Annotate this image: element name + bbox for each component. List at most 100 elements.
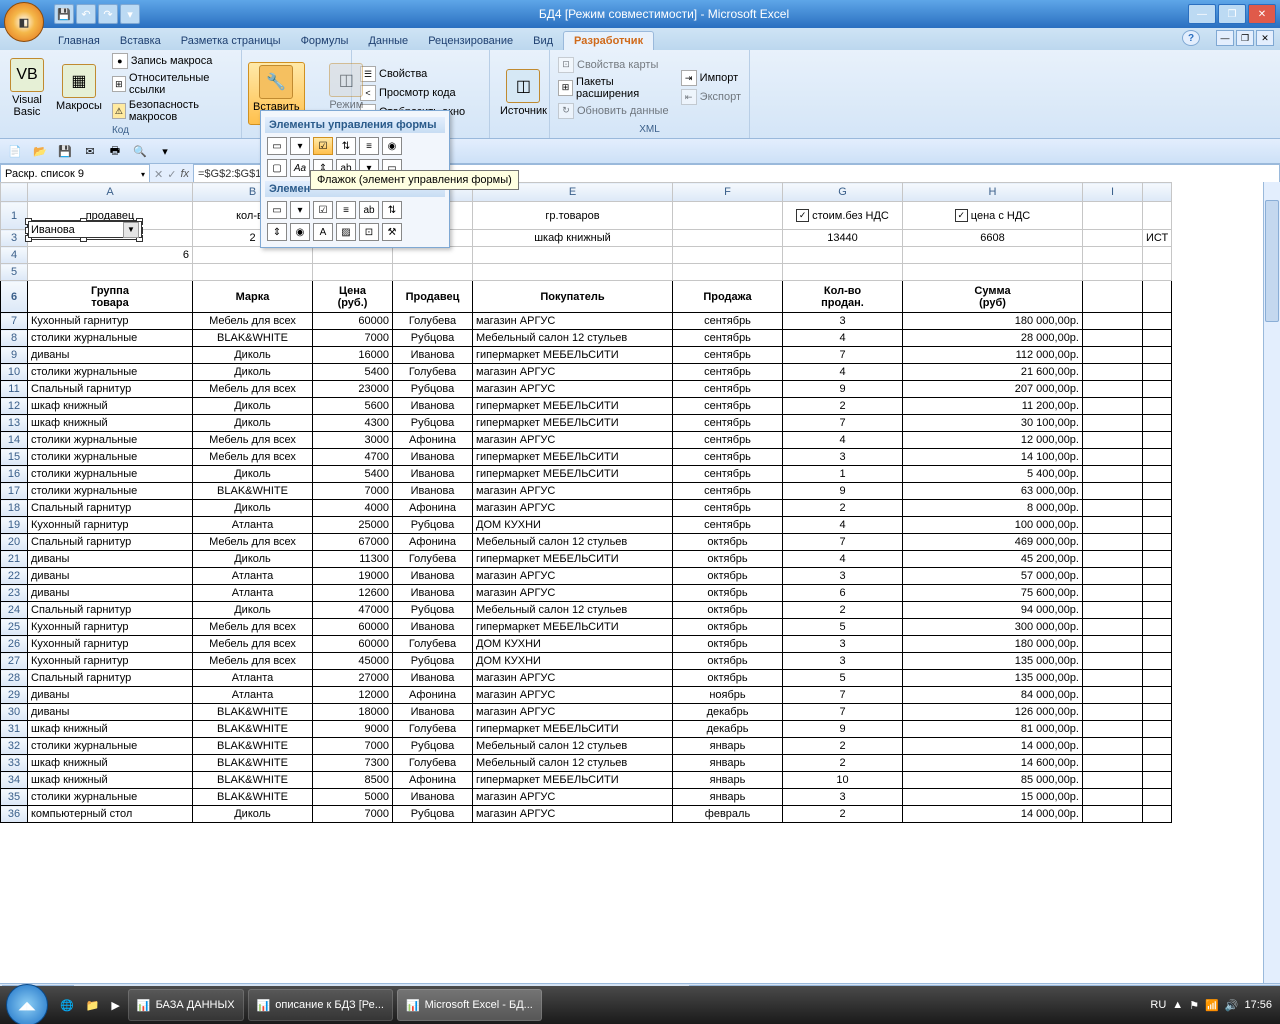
cell[interactable]: гипермаркет МЕБЕЛЬСИТИ	[473, 772, 673, 789]
cell[interactable]: гипермаркет МЕБЕЛЬСИТИ	[473, 466, 673, 483]
cell[interactable]	[673, 247, 783, 264]
cell[interactable]	[193, 264, 313, 281]
cell[interactable]: 14 100,00р.	[903, 449, 1083, 466]
cell[interactable]: 23000	[313, 381, 393, 398]
cell[interactable]: октябрь	[673, 653, 783, 670]
cell[interactable]: столики журнальные	[28, 483, 193, 500]
qat-more-icon[interactable]: ▾	[120, 4, 140, 24]
checkbox-control-icon[interactable]: ☑	[313, 137, 333, 155]
ribbon-tab-Формулы[interactable]: Формулы	[291, 32, 359, 50]
cell[interactable]: магазин АРГУС	[473, 500, 673, 517]
cell[interactable]: гипермаркет МЕБЕЛЬСИТИ	[473, 398, 673, 415]
cell[interactable]: 5	[783, 619, 903, 636]
cell[interactable]: Иванова	[393, 789, 473, 806]
cell[interactable]: 21 600,00р.	[903, 364, 1083, 381]
col-header[interactable]: H	[903, 183, 1083, 202]
cell[interactable]: шкаф книжный	[28, 398, 193, 415]
cell[interactable]: Иванова	[393, 466, 473, 483]
cell[interactable]: сентябрь	[673, 347, 783, 364]
worksheet-grid[interactable]: ABCDEFGHI1продавецкол-вогр.товаров✓стоим…	[0, 182, 1172, 823]
cell[interactable]	[1083, 202, 1143, 230]
cell[interactable]: шкаф книжный	[28, 772, 193, 789]
cell[interactable]: диваны	[28, 687, 193, 704]
cell[interactable]: Диколь	[193, 415, 313, 432]
cell[interactable]: 6608	[903, 230, 1083, 247]
col-header[interactable]: G	[783, 183, 903, 202]
ax-image-icon[interactable]: ▨	[336, 223, 356, 241]
cell[interactable]: Рубцова	[393, 738, 473, 755]
cell[interactable]: 4	[783, 330, 903, 347]
cell[interactable]	[903, 264, 1083, 281]
cell[interactable]: Афонина	[393, 432, 473, 449]
ribbon-tab-Разметка страницы[interactable]: Разметка страницы	[171, 32, 291, 50]
cell[interactable]: Атланта	[193, 517, 313, 534]
cell[interactable]: 7	[783, 415, 903, 432]
cell[interactable]: 6	[783, 585, 903, 602]
cell[interactable]: 25000	[313, 517, 393, 534]
tray-flag-icon[interactable]: ⚑	[1189, 999, 1199, 1012]
cell[interactable]: Рубцова	[393, 517, 473, 534]
cell[interactable]: Голубева	[393, 313, 473, 330]
cell[interactable]: 126 000,00р.	[903, 704, 1083, 721]
cell[interactable]: Кухонный гарнитур	[28, 653, 193, 670]
cell[interactable]: ИСТ	[1143, 230, 1172, 247]
cell[interactable]	[193, 247, 313, 264]
cell[interactable]: Мебельный салон 12 стульев	[473, 330, 673, 347]
cell[interactable]: Мебельный салон 12 стульев	[473, 602, 673, 619]
mdi-restore[interactable]: ❐	[1236, 30, 1254, 46]
cell[interactable]	[1083, 264, 1143, 281]
cell[interactable]: 9	[783, 381, 903, 398]
cell[interactable]: сентябрь	[673, 330, 783, 347]
cell[interactable]: Мебель для всех	[193, 619, 313, 636]
cell[interactable]: сентябрь	[673, 500, 783, 517]
cell[interactable]: Кухонный гарнитур	[28, 517, 193, 534]
cell[interactable]: Диколь	[193, 398, 313, 415]
pinned-explorer-icon[interactable]: 📁	[80, 999, 106, 1012]
cell[interactable]: октябрь	[673, 602, 783, 619]
cell[interactable]: октябрь	[673, 568, 783, 585]
cell[interactable]: сентябрь	[673, 381, 783, 398]
cell[interactable]: BLAK&WHITE	[193, 721, 313, 738]
cell[interactable]: 4	[783, 551, 903, 568]
cell[interactable]: 4	[783, 517, 903, 534]
cell[interactable]: 94 000,00р.	[903, 602, 1083, 619]
cell[interactable]: 30 100,00р.	[903, 415, 1083, 432]
cell[interactable]: Спальный гарнитур	[28, 670, 193, 687]
cell[interactable]: 12600	[313, 585, 393, 602]
cell[interactable]: 28 000,00р.	[903, 330, 1083, 347]
row-header[interactable]: 5	[1, 264, 28, 281]
cell[interactable]: 60000	[313, 619, 393, 636]
cell[interactable]: 5400	[313, 466, 393, 483]
record-macro-button[interactable]: ●Запись макроса	[110, 52, 235, 70]
cell[interactable]: магазин АРГУС	[473, 806, 673, 823]
cell[interactable]: 1	[783, 466, 903, 483]
cell[interactable]: 45 200,00р.	[903, 551, 1083, 568]
help-icon[interactable]: ?	[1182, 30, 1200, 46]
cell[interactable]: диваны	[28, 568, 193, 585]
table-header-cell[interactable]: Покупатель	[473, 281, 673, 313]
cell[interactable]: Мебель для всех	[193, 534, 313, 551]
cell[interactable]: Диколь	[193, 551, 313, 568]
cell[interactable]: 63 000,00р.	[903, 483, 1083, 500]
cell[interactable]: Рубцова	[393, 653, 473, 670]
start-button[interactable]: ◢◣	[6, 984, 48, 1024]
label-control-icon[interactable]: Aa	[290, 159, 310, 177]
cell[interactable]: Голубева	[393, 755, 473, 772]
cell[interactable]	[783, 247, 903, 264]
cell[interactable]: 5 400,00р.	[903, 466, 1083, 483]
cell[interactable]: магазин АРГУС	[473, 789, 673, 806]
cell[interactable]: 9	[783, 721, 903, 738]
cell[interactable]: магазин АРГУС	[473, 687, 673, 704]
cell[interactable]: сентябрь	[673, 398, 783, 415]
cell[interactable]: шкаф книжный	[28, 415, 193, 432]
source-button[interactable]: ◫Источник	[496, 67, 551, 119]
cell[interactable]: Спальный гарнитур	[28, 602, 193, 619]
expansion-packs-button[interactable]: ⊞Пакеты расширения	[556, 75, 675, 101]
col-header[interactable]	[1143, 183, 1172, 202]
cell[interactable]: 10	[783, 772, 903, 789]
button-control-icon[interactable]: ▭	[267, 137, 287, 155]
refresh-data-button[interactable]: ↻Обновить данные	[556, 102, 675, 120]
cell[interactable]: 2	[783, 806, 903, 823]
cell[interactable]: 75 600,00р.	[903, 585, 1083, 602]
cell[interactable]: 7300	[313, 755, 393, 772]
